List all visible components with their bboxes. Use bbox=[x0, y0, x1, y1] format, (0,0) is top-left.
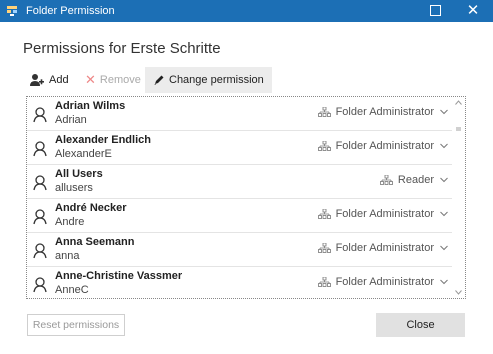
user-permission-list[interactable]: Adrian Wilms Adrian Folder Administrator… bbox=[26, 96, 466, 299]
org-chart-icon bbox=[380, 175, 393, 185]
org-chart-icon bbox=[317, 277, 331, 287]
scrollbar-thumb[interactable] bbox=[456, 127, 461, 131]
org-chart-icon bbox=[317, 243, 331, 253]
close-button[interactable]: Close bbox=[376, 313, 465, 337]
reset-permissions-button[interactable]: Reset permissions bbox=[27, 314, 125, 336]
page-title: Permissions for Erste Schritte bbox=[23, 40, 221, 57]
title-bar: Folder Permission ✕ bbox=[0, 0, 493, 22]
window-title: Folder Permission bbox=[26, 5, 115, 17]
chevron-down-icon bbox=[440, 143, 448, 149]
user-login: Andre bbox=[55, 216, 85, 228]
user-icon bbox=[33, 107, 47, 123]
remove-x-icon: ✕ bbox=[85, 72, 96, 88]
user-name: All Users bbox=[55, 168, 103, 180]
org-chart-icon bbox=[317, 209, 331, 219]
user-name: Alexander Endlich bbox=[55, 134, 151, 146]
user-icon bbox=[33, 243, 47, 259]
permission-dropdown[interactable]: Folder Administrator bbox=[317, 276, 448, 288]
list-item[interactable]: Alexander Endlich AlexanderE Folder Admi… bbox=[27, 131, 452, 165]
permission-dropdown[interactable]: Folder Administrator bbox=[317, 140, 448, 152]
chevron-down-icon bbox=[440, 177, 448, 183]
chevron-down-icon bbox=[440, 279, 448, 285]
permission-dropdown[interactable]: Folder Administrator bbox=[317, 208, 448, 220]
org-chart-icon bbox=[317, 141, 331, 151]
user-login: anna bbox=[55, 250, 80, 262]
permission-value: Reader bbox=[397, 174, 434, 186]
chevron-down-icon bbox=[440, 245, 448, 251]
close-window-button[interactable]: ✕ bbox=[458, 0, 488, 22]
scroll-down-icon[interactable] bbox=[455, 290, 462, 295]
user-name: Adrian Wilms bbox=[55, 100, 126, 112]
add-button[interactable]: Add bbox=[25, 67, 75, 93]
add-label: Add bbox=[49, 74, 69, 86]
user-icon bbox=[33, 277, 47, 293]
list-item[interactable]: Adrian Wilms Adrian Folder Administrator bbox=[27, 97, 452, 131]
org-chart-icon bbox=[317, 107, 331, 117]
chevron-down-icon bbox=[440, 211, 448, 217]
permission-dropdown[interactable]: Folder Administrator bbox=[317, 106, 448, 118]
user-login: AlexanderE bbox=[55, 148, 112, 160]
change-permission-label: Change permission bbox=[169, 74, 264, 86]
user-name: Anna Seemann bbox=[55, 236, 135, 248]
user-login: allusers bbox=[55, 182, 93, 194]
folder-permission-icon bbox=[7, 6, 17, 16]
maximize-button[interactable] bbox=[420, 0, 450, 22]
list-item[interactable]: André Necker Andre Folder Administrator bbox=[27, 199, 452, 233]
user-icon bbox=[33, 209, 47, 225]
list-item[interactable]: Anne-Christine Vassmer AnneC Folder Admi… bbox=[27, 267, 452, 298]
list-item[interactable]: All Users allusers Reader bbox=[27, 165, 452, 199]
user-name: Anne-Christine Vassmer bbox=[55, 270, 183, 282]
permission-dropdown[interactable]: Folder Administrator bbox=[317, 242, 448, 254]
list-item[interactable]: Anna Seemann anna Folder Administrator bbox=[27, 233, 452, 267]
permission-dropdown[interactable]: Reader bbox=[380, 174, 448, 186]
user-icon bbox=[33, 141, 47, 157]
permission-value: Folder Administrator bbox=[335, 276, 434, 288]
permission-value: Folder Administrator bbox=[335, 208, 434, 220]
change-permission-button[interactable]: Change permission bbox=[145, 67, 272, 93]
user-login: AnneC bbox=[55, 284, 89, 296]
scrollbar[interactable] bbox=[452, 97, 465, 298]
permission-value: Folder Administrator bbox=[335, 106, 434, 118]
user-login: Adrian bbox=[55, 114, 87, 126]
remove-label: Remove bbox=[99, 74, 141, 86]
scroll-up-icon[interactable] bbox=[455, 100, 462, 105]
remove-button[interactable]: ✕ Remove bbox=[81, 67, 147, 93]
permission-value: Folder Administrator bbox=[335, 140, 434, 152]
maximize-icon bbox=[429, 5, 441, 17]
permission-value: Folder Administrator bbox=[335, 242, 434, 254]
add-user-icon bbox=[30, 74, 44, 87]
user-icon bbox=[33, 175, 47, 191]
pencil-icon bbox=[154, 75, 164, 86]
user-name: André Necker bbox=[55, 202, 127, 214]
chevron-down-icon bbox=[440, 109, 448, 115]
